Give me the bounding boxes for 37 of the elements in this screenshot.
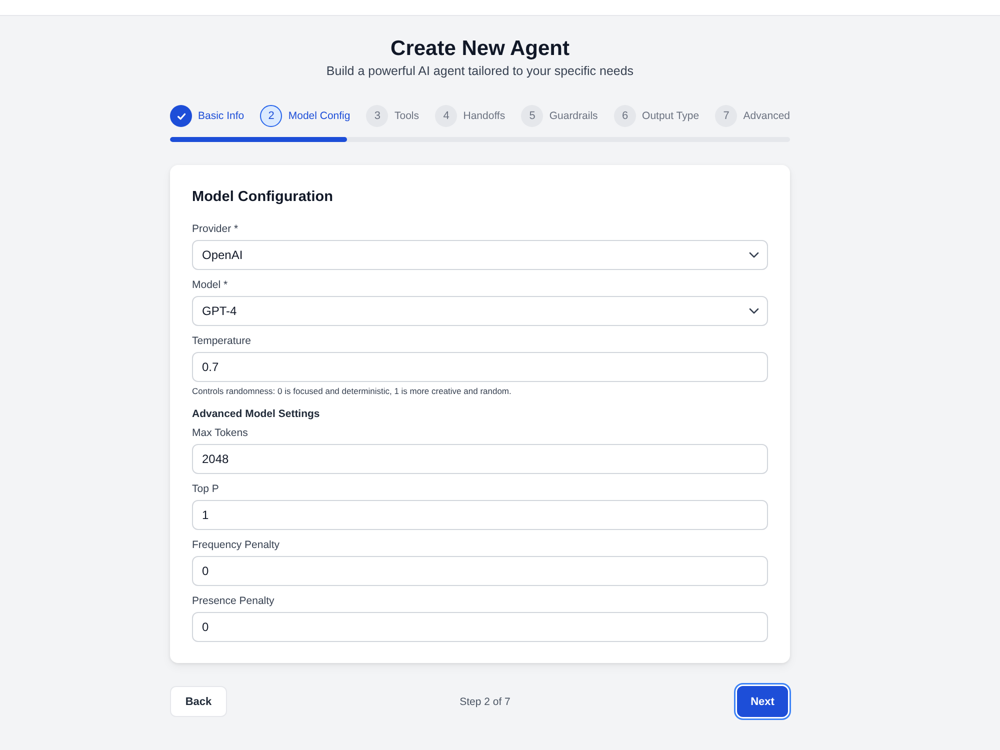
step-tab[interactable]: 3 Tools (366, 105, 419, 127)
page-title: Create New Agent (390, 36, 570, 62)
step-tab[interactable]: 4 Handoffs (435, 105, 506, 127)
step-number: 5 (521, 105, 544, 127)
step-tab[interactable]: 2 Model Config (260, 105, 350, 127)
back-button[interactable]: Back (170, 686, 227, 717)
help-text: Controls randomness: 0 is focused and deterministic, 1 is more creative and random. (192, 385, 512, 397)
input-field[interactable]: 0.7 (192, 352, 768, 382)
step-number: 2 (260, 105, 282, 127)
input-field[interactable]: 0 (192, 612, 768, 642)
field-label: Presence Penalty (192, 594, 274, 608)
step-number: 7 (715, 105, 738, 127)
field-label: Max Tokens (192, 426, 248, 440)
card-title: Model Configuration (192, 188, 333, 207)
chevron-down-icon (749, 308, 759, 314)
page-subtitle: Build a powerful AI agent tailored to your specific needs (326, 63, 634, 79)
input-field[interactable]: 0 (192, 556, 768, 586)
section-heading: Advanced Model Settings (192, 407, 320, 421)
step-number: 4 (435, 105, 458, 127)
step-tab[interactable]: 7 Advanced (715, 105, 790, 127)
input-field[interactable]: 2048 (192, 444, 768, 474)
field-label: Model * (192, 278, 228, 292)
field-label: Top P (192, 482, 219, 496)
step-number: 6 (614, 105, 636, 127)
chevron-down-icon (749, 252, 759, 258)
step-counter: Step 2 of 7 (460, 696, 510, 708)
dropdown-field[interactable]: GPT-4 (192, 296, 768, 326)
step-tab[interactable]: 5 Guardrails (521, 105, 598, 127)
field-label: Provider * (192, 222, 238, 236)
next-button[interactable]: Next (736, 686, 788, 717)
input-field[interactable]: 1 (192, 500, 768, 530)
field-label: Temperature (192, 334, 251, 348)
step-tab[interactable]: Basic Info (170, 105, 244, 127)
field-label: Frequency Penalty (192, 538, 280, 552)
step-tab[interactable]: 6 Output Type (614, 105, 700, 127)
step-number: 3 (366, 105, 388, 127)
dropdown-field[interactable]: OpenAI (192, 240, 768, 270)
